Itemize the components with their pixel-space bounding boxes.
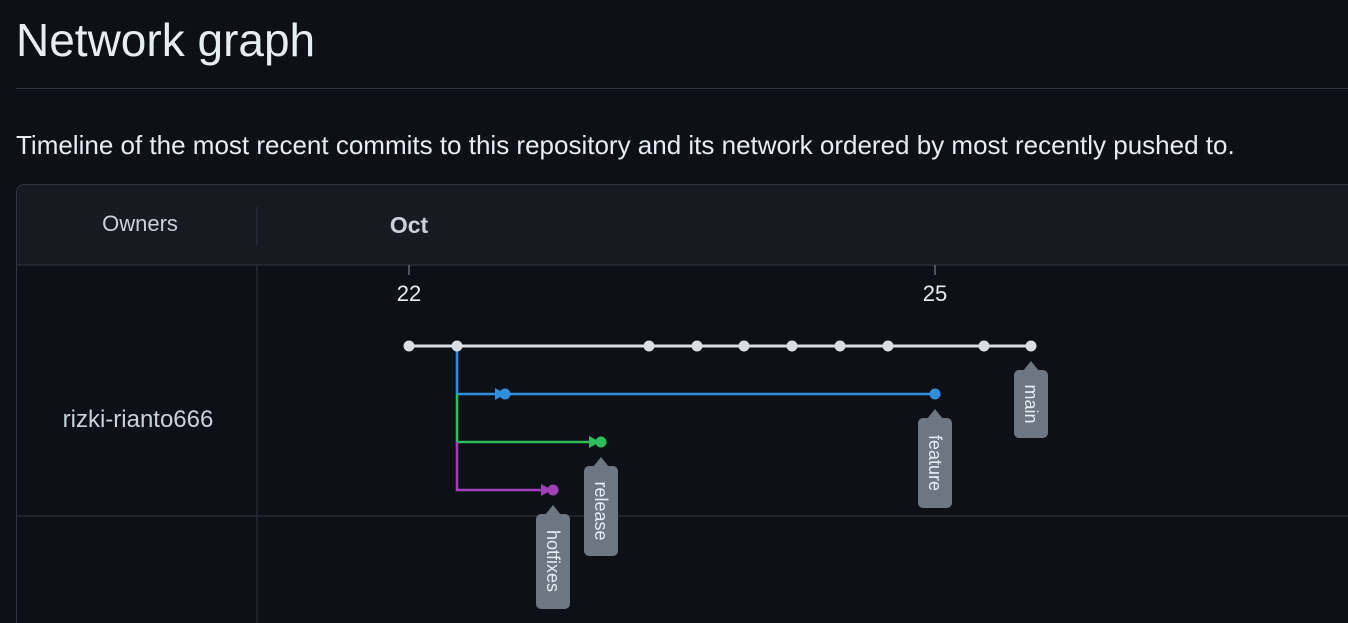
branch-label-text: main — [1021, 384, 1041, 423]
feature-branch-connector — [455, 346, 495, 396]
title-divider — [16, 88, 1348, 89]
page-description: Timeline of the most recent commits to t… — [16, 130, 1235, 160]
commit-dot-main[interactable] — [882, 340, 894, 352]
commit-dot-main[interactable] — [786, 340, 798, 352]
commit-dot-main[interactable] — [643, 340, 655, 352]
commit-dot-main[interactable] — [1025, 340, 1037, 352]
date-tick-label: 22 — [397, 281, 421, 306]
network-graph-canvas[interactable]: Owners Oct 22 25 rizki-rianto666 main fe… — [17, 185, 1348, 623]
branch-label-text: feature — [925, 435, 945, 491]
network-graph-panel[interactable]: Owners Oct 22 25 rizki-rianto666 main fe… — [16, 184, 1348, 623]
commit-dot-release[interactable] — [595, 436, 607, 448]
branch-label-main[interactable]: main — [1014, 361, 1048, 438]
commit-dot-feature[interactable] — [929, 388, 941, 400]
branch-label-text: hotfixes — [543, 530, 563, 592]
commit-dot-hotfixes[interactable] — [547, 484, 559, 496]
page-title: Network graph — [16, 14, 316, 66]
date-tick-label: 25 — [923, 281, 947, 306]
commit-dot-main[interactable] — [834, 340, 846, 352]
branch-label-hotfixes[interactable]: hotfixes — [536, 505, 570, 609]
graph-header-band — [17, 185, 1348, 265]
branch-label-feature[interactable]: feature — [918, 409, 952, 508]
month-label: Oct — [390, 212, 429, 238]
branch-label-text: release — [591, 481, 611, 540]
owner-name[interactable]: rizki-rianto666 — [63, 406, 214, 433]
commit-dot-main[interactable] — [978, 340, 990, 352]
commit-dot-main[interactable] — [403, 340, 415, 352]
commit-dot-feature[interactable] — [499, 388, 511, 400]
commit-dot-main[interactable] — [738, 340, 750, 352]
owners-column-header: Owners — [102, 211, 178, 236]
commit-dot-main[interactable] — [691, 340, 703, 352]
release-branch-connector — [455, 394, 589, 444]
hotfixes-branch-connector — [455, 442, 541, 492]
commit-dot-main[interactable] — [451, 340, 463, 352]
branch-label-release[interactable]: release — [584, 457, 618, 556]
